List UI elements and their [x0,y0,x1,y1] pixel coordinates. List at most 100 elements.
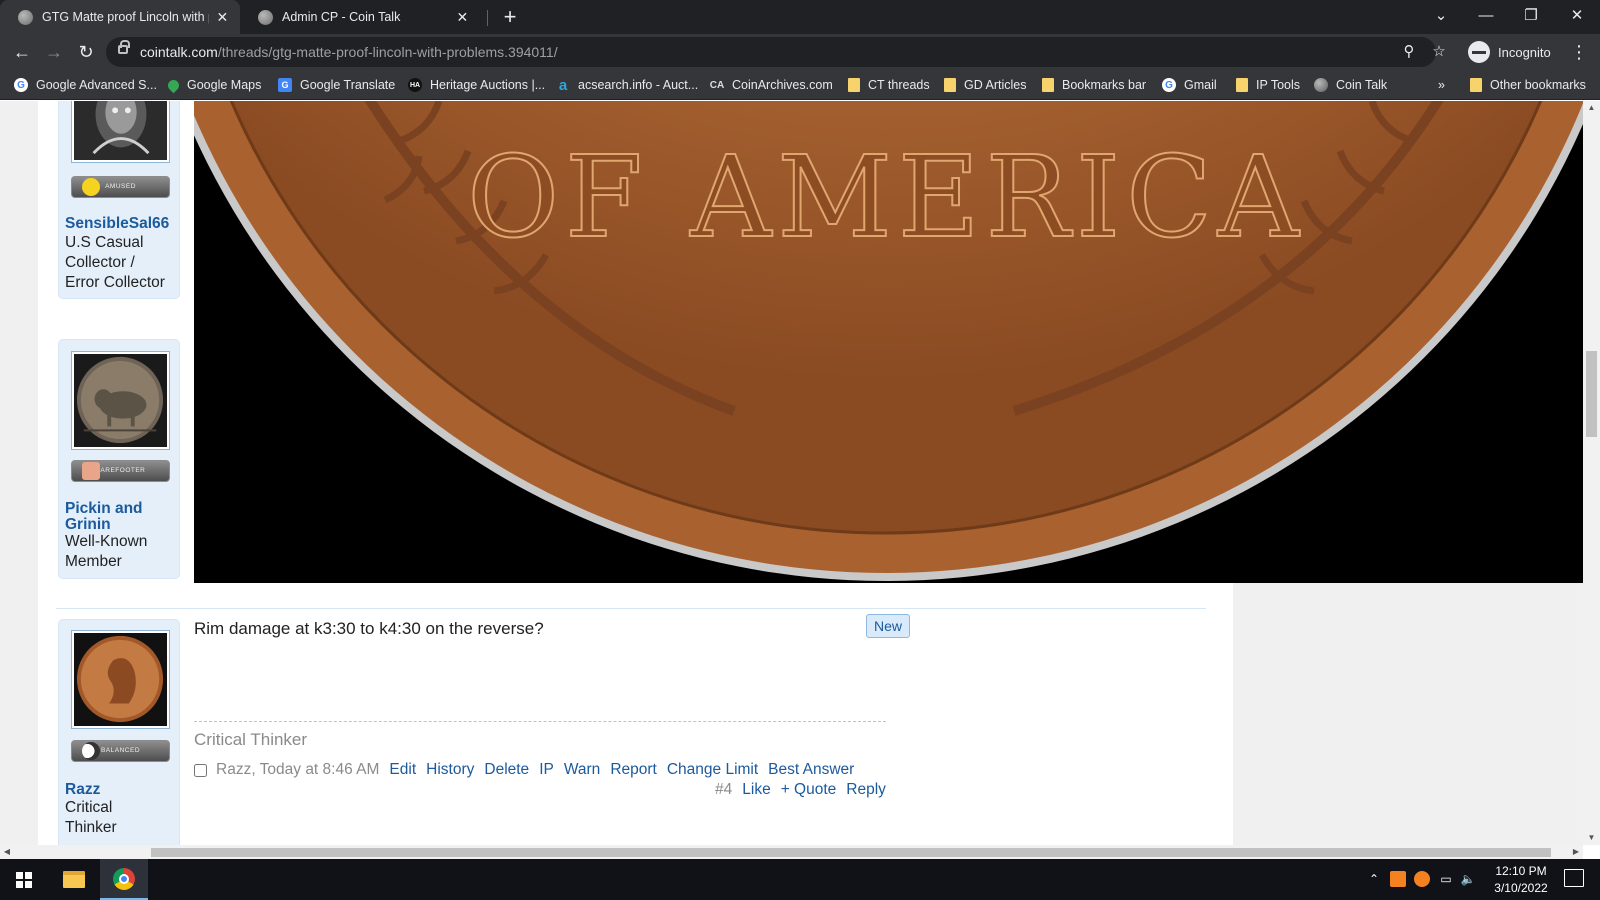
bookmark-ip-tools[interactable]: IP Tools [1236,70,1300,100]
incognito-profile[interactable]: Incognito [1468,38,1551,66]
user-title: Critical Thinker [65,799,117,836]
edit-link[interactable]: Edit [389,761,416,779]
horizontal-scroll-thumb[interactable] [151,848,1551,857]
tab-active[interactable]: GTG Matte proof Lincoln with pro ✕ [0,0,240,34]
scroll-up-arrow-icon[interactable]: ▲ [1583,101,1600,115]
restore-icon[interactable]: ❐ [1508,0,1554,34]
file-explorer-button[interactable] [50,859,98,900]
vertical-scroll-thumb[interactable] [1586,351,1597,437]
quote-link[interactable]: + Quote [781,781,837,799]
post-number-link[interactable]: #4 [715,781,732,799]
start-button[interactable] [0,859,48,900]
bookmark-ct-threads[interactable]: CT threads [848,70,930,100]
delete-link[interactable]: Delete [484,761,529,779]
zoom-icon[interactable]: ⚲ [1398,41,1420,63]
post-message: Rim damage at k3:30 to k4:30 on the reve… [194,619,544,638]
mood-badge: BAREFOOTER [71,460,170,482]
address-bar[interactable]: cointalk.com/threads/gtg-matte-proof-lin… [106,37,1446,67]
network-icon[interactable]: ▭ [1438,871,1454,887]
cointalk-favicon-icon [258,9,273,25]
screen: GTG Matte proof Lincoln with pro ✕ Admin… [0,0,1600,900]
reload-icon[interactable]: ↻ [72,38,100,66]
bookmark-gmail[interactable]: G Gmail [1162,70,1217,100]
bookmark-star-icon[interactable]: ☆ [1428,41,1450,63]
tab-search-chevron-icon[interactable]: ⌄ [1418,0,1464,34]
avatar-image [74,633,167,726]
post-meta: Razz, Today at 8:46 AM Edit History Dele… [194,759,864,781]
mood-badge: AMUSED [71,176,170,198]
change-limit-link[interactable]: Change Limit [667,761,758,779]
yin-yang-icon [82,742,100,760]
horizontal-scrollbar[interactable]: ◀ ▶ [0,845,1583,859]
chrome-icon [113,867,135,890]
clock-time: 12:10 PM [1495,864,1547,878]
close-tab-icon[interactable]: ✕ [215,9,230,26]
bookmark-google-advanced[interactable]: G Google Advanced S... [14,70,157,100]
warn-link[interactable]: Warn [564,761,600,779]
page-viewport: AMUSED SensibleSal66 U.S Casual Collecto… [0,101,1583,845]
username-link[interactable]: SensibleSal66 [65,216,169,232]
cointalk-favicon-icon [18,9,33,25]
chrome-taskbar-button[interactable] [100,859,148,900]
avatar[interactable] [71,351,170,450]
tab-admin-cp[interactable]: Admin CP - Coin Talk ✕ [240,0,480,34]
vertical-scrollbar[interactable]: ▲ ▼ [1583,101,1600,845]
menu-kebab-icon[interactable]: ⋮ [1570,38,1588,66]
file-explorer-icon [63,871,85,888]
scroll-right-arrow-icon[interactable]: ▶ [1569,845,1583,859]
close-window-icon[interactable]: ✕ [1554,0,1600,34]
bookmark-coin-talk[interactable]: Coin Talk [1314,70,1387,100]
bookmark-bookmarks-bar[interactable]: Bookmarks bar [1042,70,1146,100]
bookmark-heritage[interactable]: HA Heritage Auctions |... [408,70,545,100]
username-link[interactable]: Pickin and Grinin [65,501,143,533]
volume-icon[interactable]: 🔈 [1460,871,1476,887]
windows-logo-icon [16,871,32,888]
signature-text: Critical Thinker [194,730,308,749]
bookmark-google-maps[interactable]: Google Maps [165,70,261,100]
action-center-icon[interactable] [1564,869,1584,887]
bookmark-coinarchives[interactable]: CA CoinArchives.com [710,70,833,100]
bookmark-gd-articles[interactable]: GD Articles [944,70,1027,100]
lock-icon[interactable] [118,40,130,54]
bookmarks-overflow-chevron-icon[interactable]: » [1438,70,1445,100]
windows-taskbar: ⌃ ▭ 🔈 12:10 PM 3/10/2022 [0,859,1600,900]
reply-link[interactable]: Reply [846,781,886,799]
bookmark-google-translate[interactable]: G Google Translate [278,70,395,100]
url-text[interactable]: cointalk.com/threads/gtg-matte-proof-lin… [140,44,558,60]
user-panel-pickin-and-grinin: BAREFOOTER Pickin and Grinin Well-Known … [58,339,180,579]
maps-icon [165,77,182,93]
bookmark-other[interactable]: Other bookmarks [1470,70,1586,100]
user-panel-sensiblesal66: AMUSED SensibleSal66 U.S Casual Collecto… [58,101,180,299]
scroll-down-arrow-icon[interactable]: ▼ [1583,831,1600,845]
ip-link[interactable]: IP [539,761,554,779]
tray-app-icon[interactable] [1390,871,1406,887]
best-answer-link[interactable]: Best Answer [768,761,854,779]
new-badge: New [866,614,910,638]
new-tab-plus-icon[interactable]: + [496,3,524,31]
scroll-left-arrow-icon[interactable]: ◀ [0,845,14,859]
user-title: Well-Known Member [65,533,148,570]
like-link[interactable]: Like [742,781,770,799]
system-clock[interactable]: 12:10 PM 3/10/2022 [1478,863,1564,897]
close-tab-icon[interactable]: ✕ [455,9,470,26]
barefoot-icon [82,462,100,480]
avatar[interactable] [71,101,170,163]
report-link[interactable]: Report [610,761,657,779]
minimize-icon[interactable]: — [1463,0,1509,34]
username-link[interactable]: Razz [65,782,100,798]
bookmarks-bar: G Google Advanced S... Google Maps G Googl… [0,70,1600,100]
signature-divider [194,721,886,722]
tab-strip: GTG Matte proof Lincoln with pro ✕ Admin… [0,0,1600,34]
tray-app-icon[interactable] [1414,871,1430,887]
show-hidden-icons-chevron-icon[interactable]: ⌃ [1366,871,1382,887]
bookmark-acsearch[interactable]: a acsearch.info - Auct... [556,70,698,100]
history-link[interactable]: History [426,761,474,779]
coin-image[interactable]: OF AMERICA [194,101,1583,583]
post-select-checkbox[interactable] [194,763,207,777]
forward-arrow-icon[interactable]: → [40,38,68,66]
avatar[interactable] [71,630,170,729]
back-arrow-icon[interactable]: ← [8,38,36,66]
user-panel-razz: BALANCED Razz Critical Thinker [58,619,180,845]
post-author-time[interactable]: Razz, Today at 8:46 AM [216,761,379,779]
cointalk-icon [1314,78,1328,92]
